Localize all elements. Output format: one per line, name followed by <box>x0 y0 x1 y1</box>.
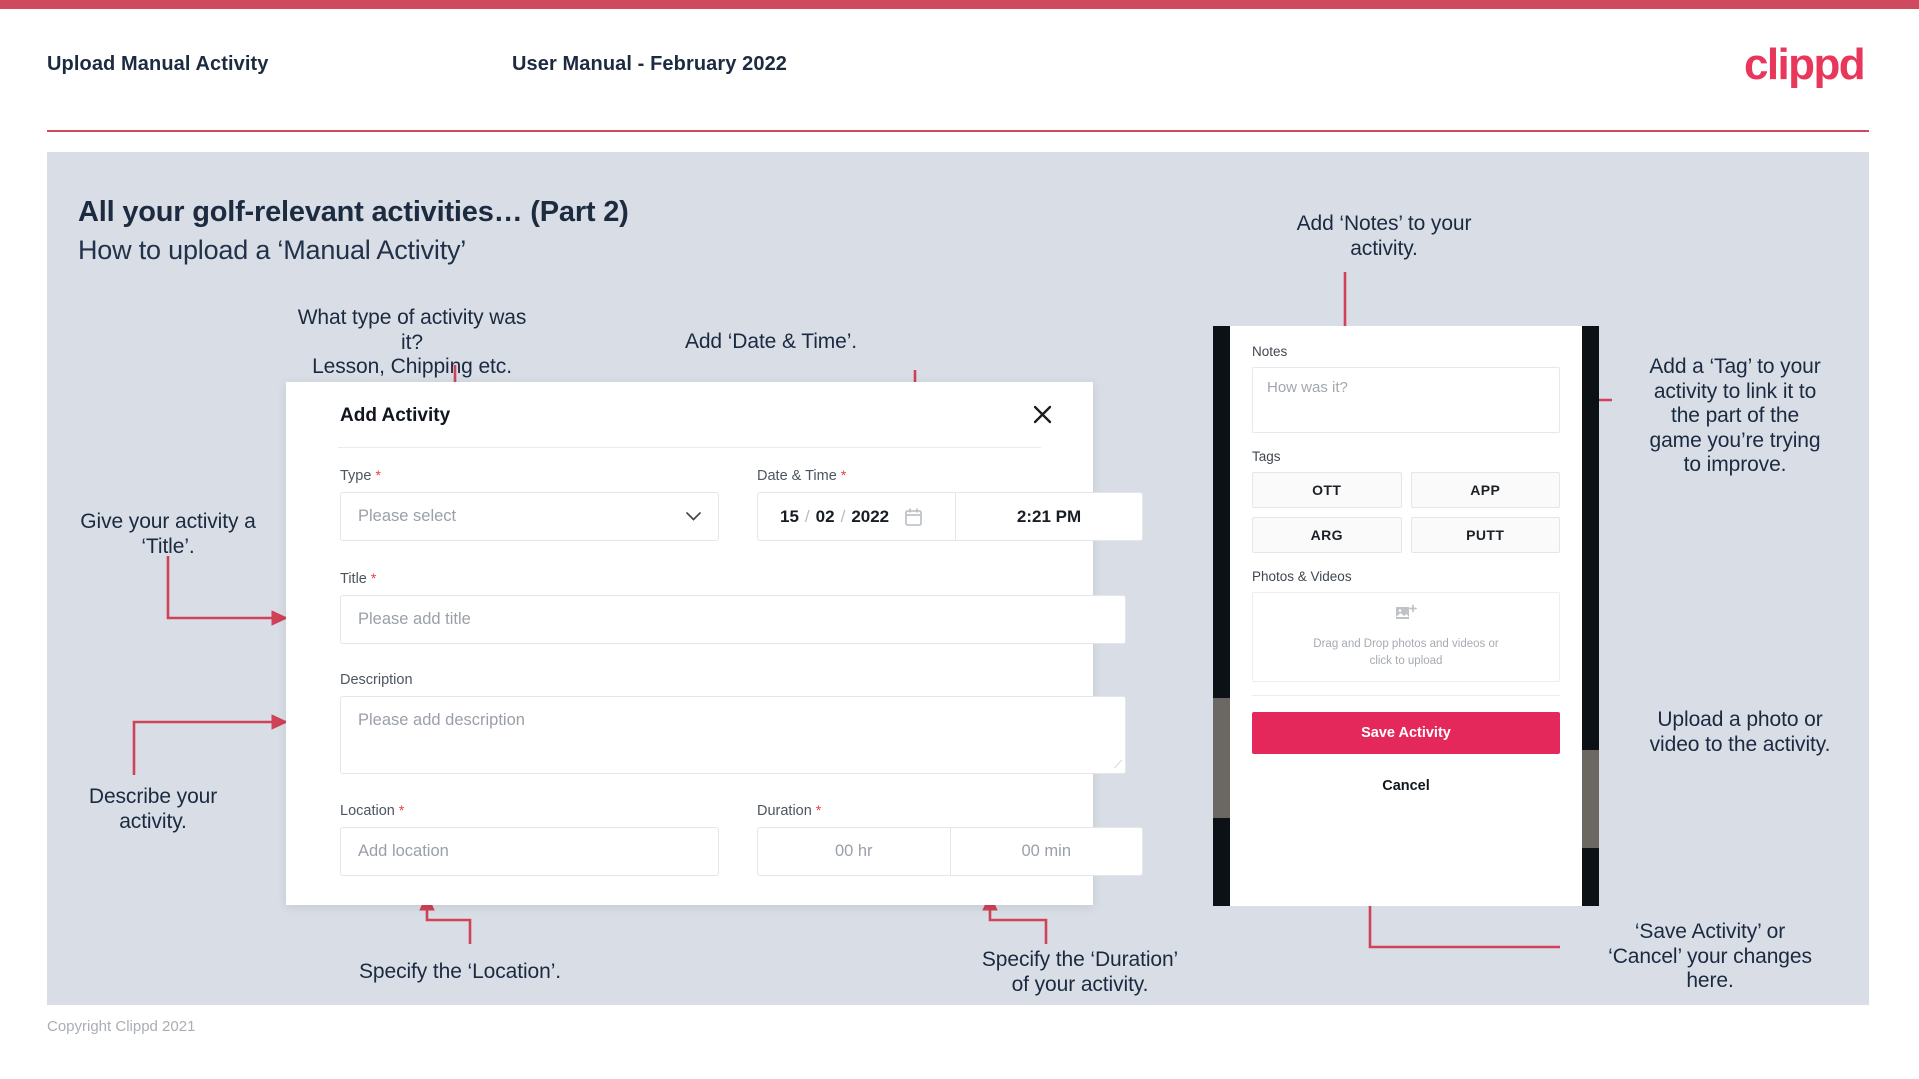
date-month: 02 <box>815 506 835 526</box>
annotation-tags: Add a ‘Tag’ to your activity to link it t… <box>1649 355 1821 477</box>
notes-textarea[interactable]: How was it? <box>1252 367 1560 433</box>
top-accent-bar <box>0 0 1919 9</box>
dialog-divider <box>338 447 1041 448</box>
save-activity-button[interactable]: Save Activity <box>1252 712 1560 754</box>
tag-app[interactable]: APP <box>1410 472 1560 508</box>
add-image-icon-glyph <box>1396 604 1417 620</box>
field-type: Type * Please select <box>340 467 719 541</box>
required-asterisk: * <box>840 467 847 483</box>
phone-mockup: Notes How was it? Tags OTT APP ARG PUTT … <box>1213 326 1599 906</box>
field-title-label: Title * <box>340 570 1126 587</box>
phone-bezel-left <box>1213 326 1230 906</box>
notes-label: Notes <box>1252 344 1288 359</box>
annotation-location: Specify the ‘Location’. <box>359 960 561 983</box>
header-divider <box>47 130 1869 132</box>
manual-version-label: User Manual - February 2022 <box>512 53 788 75</box>
field-type-label: Type * <box>340 467 719 484</box>
phone-divider <box>1252 695 1560 696</box>
page-header: Upload Manual Activity User Manual - Feb… <box>0 9 1919 132</box>
page-title: Upload Manual Activity <box>47 53 269 75</box>
notes-placeholder: How was it? <box>1267 379 1348 396</box>
required-asterisk: * <box>398 802 405 818</box>
annotation-description: Describe your activity. <box>88 785 218 833</box>
field-location-label: Location * <box>340 802 719 819</box>
field-duration-label: Duration * <box>757 802 1143 819</box>
annotation-type: What type of activity was it? Lesson, Chi… <box>297 306 527 379</box>
annotation-duration: Specify the ‘Duration’ of your activity. <box>981 948 1179 996</box>
add-image-icon <box>1395 604 1417 629</box>
field-title: Title * Please add title <box>340 570 1126 644</box>
field-location: Location * Add location <box>340 802 719 876</box>
annotation-save-cancel: ‘Save Activity’ or ‘Cancel’ your changes h… <box>1608 920 1812 993</box>
date-sep-1: / <box>804 506 810 526</box>
field-location-label-text: Location <box>340 803 395 819</box>
tags-grid: OTT APP ARG PUTT <box>1252 472 1560 553</box>
field-description-label-text: Description <box>340 672 413 688</box>
calendar-icon-glyph <box>905 507 922 526</box>
field-description-label: Description <box>340 672 1126 688</box>
chevron-down-icon <box>686 508 701 525</box>
date-year: 2022 <box>851 506 890 526</box>
dialog-title: Add Activity <box>340 405 451 426</box>
dialog-header: Add Activity <box>286 382 1093 448</box>
date-day: 15 <box>780 506 799 526</box>
phone-side-button-right <box>1582 750 1599 848</box>
duration-minutes-input[interactable]: 00 min <box>949 828 1143 875</box>
description-placeholder: Please add description <box>358 711 525 729</box>
clippd-logo: clippd <box>1744 40 1866 89</box>
title-input[interactable]: Please add title <box>340 595 1126 644</box>
tags-label: Tags <box>1252 449 1281 464</box>
location-input-placeholder: Add location <box>358 842 449 860</box>
required-asterisk: * <box>815 802 822 818</box>
field-duration: Duration * 00 hr 00 min <box>757 802 1143 876</box>
annotation-photos: Upload a photo or video to the activity. <box>1649 708 1831 756</box>
duration-hours-input[interactable]: 00 hr <box>758 828 950 875</box>
field-type-label-text: Type <box>340 468 372 484</box>
title-input-placeholder: Please add title <box>358 610 471 628</box>
calendar-icon[interactable] <box>905 507 922 526</box>
tag-arg[interactable]: ARG <box>1252 517 1402 553</box>
field-title-label-text: Title <box>340 571 367 587</box>
type-select[interactable]: Please select <box>340 492 719 541</box>
required-asterisk: * <box>375 467 381 483</box>
time-input[interactable]: 2:21 PM <box>956 493 1142 540</box>
phone-screen: Notes How was it? Tags OTT APP ARG PUTT … <box>1230 326 1582 906</box>
close-icon[interactable] <box>1025 397 1059 431</box>
type-select-placeholder: Please select <box>358 507 457 525</box>
add-activity-dialog: Add Activity Type * Please select Date &… <box>286 382 1143 905</box>
field-description: Description Please add description ⟋ <box>340 672 1126 774</box>
phone-side-button-left <box>1213 698 1230 818</box>
resize-handle-icon[interactable]: ⟋ <box>1110 759 1122 771</box>
annotation-title: Give your activity a ‘Title’. <box>80 510 256 558</box>
photo-upload-dropzone[interactable]: Drag and Drop photos and videos or click… <box>1252 592 1560 682</box>
tag-putt[interactable]: PUTT <box>1410 517 1560 553</box>
description-textarea[interactable]: Please add description ⟋ <box>340 696 1126 774</box>
date-sep-2: / <box>840 506 846 526</box>
duration-control: 00 hr 00 min <box>757 827 1143 876</box>
copyright-footer: Copyright Clippd 2021 <box>47 1018 196 1035</box>
cancel-button[interactable]: Cancel <box>1252 778 1560 794</box>
field-datetime-label: Date & Time * <box>757 467 1143 484</box>
field-datetime-label-text: Date & Time <box>757 468 837 484</box>
phone-content: Notes How was it? Tags OTT APP ARG PUTT … <box>1230 326 1582 794</box>
dropzone-text: Drag and Drop photos and videos or click… <box>1313 638 1499 667</box>
slide-subtitle: How to upload a ‘Manual Activity’ <box>78 235 467 265</box>
chevron-down-icon-glyph <box>686 512 701 521</box>
photos-videos-label: Photos & Videos <box>1252 569 1352 584</box>
annotation-datetime: Add ‘Date & Time’. <box>684 330 858 353</box>
close-icon-glyph <box>1033 405 1051 423</box>
location-input[interactable]: Add location <box>340 827 719 876</box>
slide-title: All your golf-relevant activities… (Part… <box>78 196 629 228</box>
field-duration-label-text: Duration <box>757 803 812 819</box>
date-input[interactable]: 15 / 02 / 2022 <box>758 493 956 540</box>
annotation-notes: Add ‘Notes’ to your activity. <box>1296 212 1472 260</box>
required-asterisk: * <box>370 570 377 586</box>
tag-ott[interactable]: OTT <box>1252 472 1402 508</box>
field-datetime: Date & Time * 15 / 02 / 2022 2:21 PM <box>757 467 1143 541</box>
datetime-control: 15 / 02 / 2022 2:21 PM <box>757 492 1143 541</box>
